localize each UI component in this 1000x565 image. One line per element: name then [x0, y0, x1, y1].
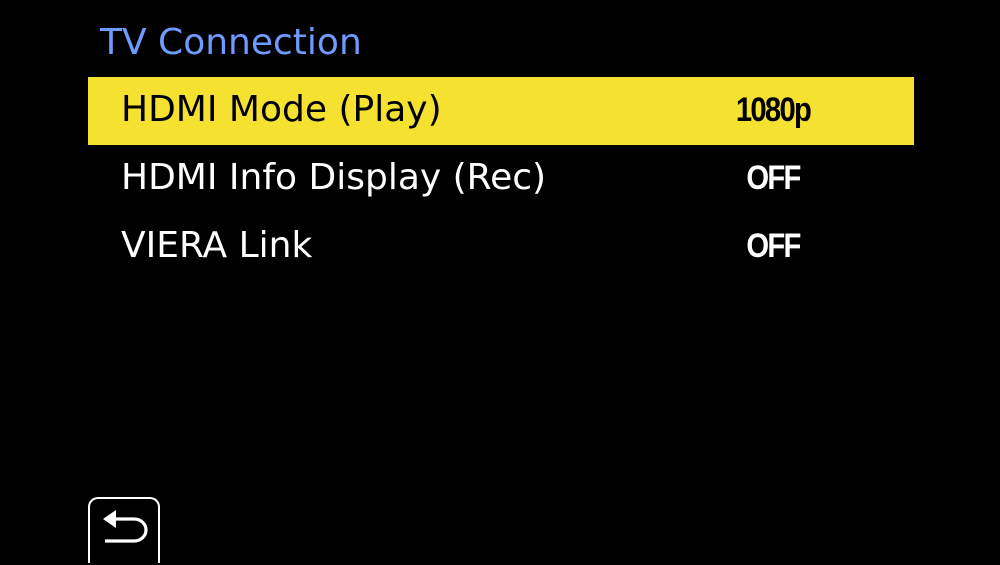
- menu-item-label: VIERA Link: [121, 225, 313, 266]
- menu-item-label: HDMI Info Display (Rec): [121, 157, 547, 198]
- menu-item-viera-link[interactable]: VIERA Link OFF: [88, 213, 914, 281]
- menu-title: TV Connection: [100, 22, 362, 63]
- camera-menu-screen: TV Connection HDMI Mode (Play) 1080p HDM…: [0, 0, 1000, 563]
- menu-list: HDMI Mode (Play) 1080p HDMI Info Display…: [88, 77, 914, 281]
- menu-item-label: HDMI Mode (Play): [121, 89, 442, 130]
- menu-item-hdmi-mode-play[interactable]: HDMI Mode (Play) 1080p: [88, 77, 914, 145]
- menu-item-value: 1080p: [735, 91, 812, 129]
- return-arrow-icon: [103, 510, 148, 543]
- menu-item-hdmi-info-display-rec[interactable]: HDMI Info Display (Rec) OFF: [88, 145, 914, 213]
- menu-item-value: OFF: [746, 227, 801, 265]
- back-button[interactable]: [88, 497, 160, 563]
- menu-item-value: OFF: [746, 159, 801, 197]
